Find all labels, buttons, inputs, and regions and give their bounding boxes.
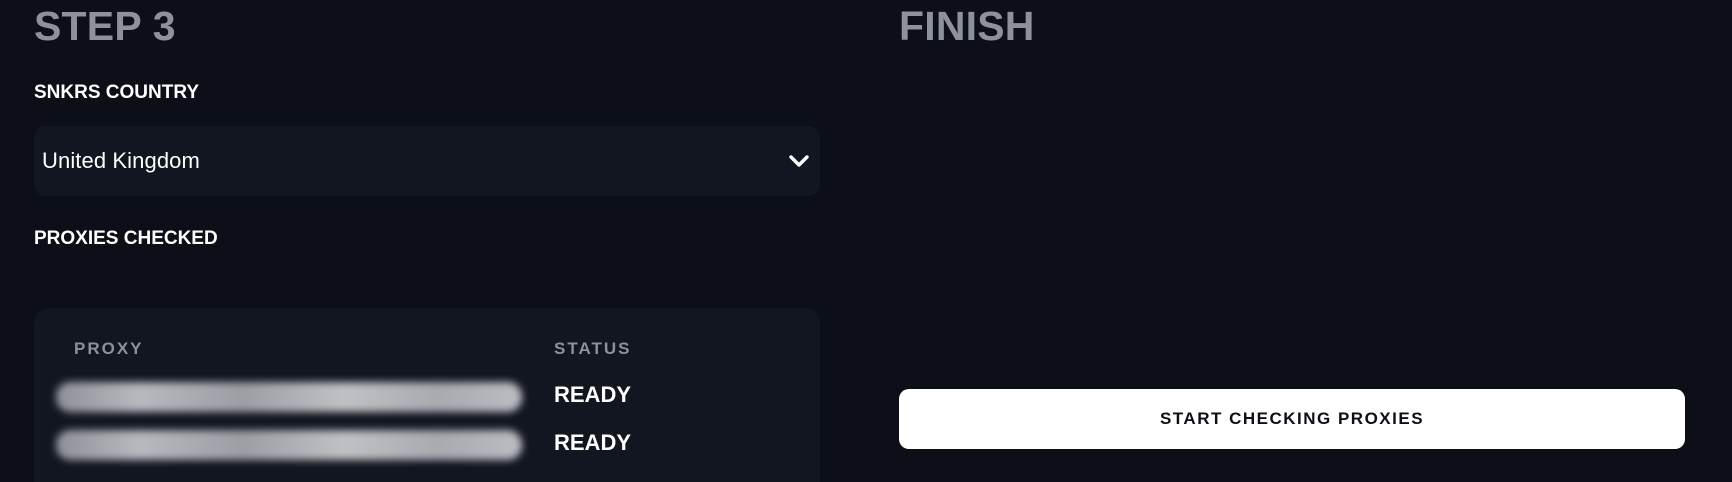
finish-section: FINISH START CHECKING PROXIES	[899, 0, 1685, 482]
start-checking-proxies-button[interactable]: START CHECKING PROXIES	[899, 389, 1685, 449]
proxies-table: PROXY STATUS READY READY	[34, 308, 820, 482]
table-row: READY	[34, 424, 820, 464]
proxy-value-redacted	[56, 430, 522, 460]
proxy-column-header: PROXY	[74, 339, 144, 358]
status-value: READY	[554, 430, 632, 455]
proxy-value-redacted	[56, 382, 522, 412]
step-3-title: STEP 3	[34, 3, 176, 49]
proxies-checked-label: PROXIES CHECKED	[34, 228, 218, 249]
snkrs-country-select[interactable]: United Kingdom	[34, 126, 820, 196]
status-column-header: STATUS	[554, 339, 632, 358]
chevron-down-icon	[788, 150, 810, 172]
table-row: READY	[34, 376, 820, 416]
proxy-checker-page: STEP 3 SNKRS COUNTRY United Kingdom PROX…	[0, 0, 1732, 482]
step-3-section: STEP 3 SNKRS COUNTRY United Kingdom PROX…	[34, 0, 820, 482]
snkrs-country-label: SNKRS COUNTRY	[34, 82, 200, 103]
status-value: READY	[554, 382, 632, 407]
snkrs-country-value: United Kingdom	[42, 148, 200, 173]
finish-title: FINISH	[899, 3, 1035, 49]
